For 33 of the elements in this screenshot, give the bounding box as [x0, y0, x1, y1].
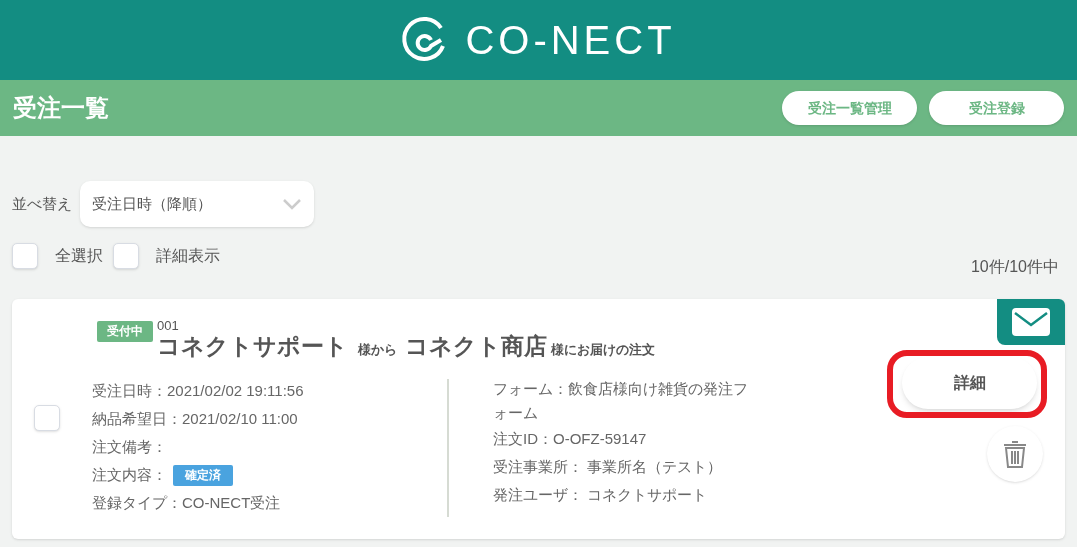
result-count: 10件/10件中: [970, 257, 1059, 277]
sort-label: 並べ替え: [12, 193, 72, 214]
field-text: 受注事業所： 事業所名（テスト）: [493, 457, 723, 477]
checkbox-label: 全選択: [55, 246, 103, 266]
sort-dropdown[interactable]: 受注日時（降順）: [80, 181, 314, 227]
chevron-down-icon: [282, 198, 302, 210]
field-text: 注文ID：O-OFZ-59147: [493, 429, 647, 449]
checkbox[interactable]: [34, 405, 60, 431]
field-text: 注文備考：: [92, 437, 167, 457]
status-badge: 受付中: [97, 321, 153, 342]
recipient-name: コネクト商店: [405, 333, 547, 359]
recipient-suffix: 様にお届けの注文: [551, 340, 655, 359]
mail-button[interactable]: [997, 299, 1065, 345]
detail-button[interactable]: 詳細: [902, 357, 1037, 409]
checkbox[interactable]: [12, 243, 38, 269]
field-text: フォーム：飲食店様向け雑貨の発注フォーム: [493, 379, 749, 423]
page-title: 受注一覧: [13, 93, 110, 123]
delete-button[interactable]: [987, 426, 1043, 482]
sender-name: コネクトサポート: [157, 333, 348, 359]
trash-icon: [1002, 439, 1028, 469]
field-text: 注文内容：: [92, 465, 167, 485]
sort-value: 受注日時（降順）: [92, 193, 213, 214]
checkbox[interactable]: [113, 243, 139, 269]
field-text: 登録タイプ：CO-NECT受注: [92, 493, 281, 513]
field-text: 発注ユーザ： コネクトサポート: [493, 485, 708, 505]
sender-suffix: 様から: [358, 340, 397, 359]
order-number: 001: [157, 319, 180, 333]
logo-text: CO-NECT: [465, 20, 676, 60]
status-badge: 確定済: [173, 464, 233, 486]
envelope-icon: [1011, 307, 1051, 337]
field-text: 受注日時：2021/02/02 19:11:56: [92, 381, 304, 401]
checkbox-label: 詳細表示: [156, 246, 220, 266]
field-text: 納品希望日：2021/02/10 11:00: [92, 409, 298, 429]
